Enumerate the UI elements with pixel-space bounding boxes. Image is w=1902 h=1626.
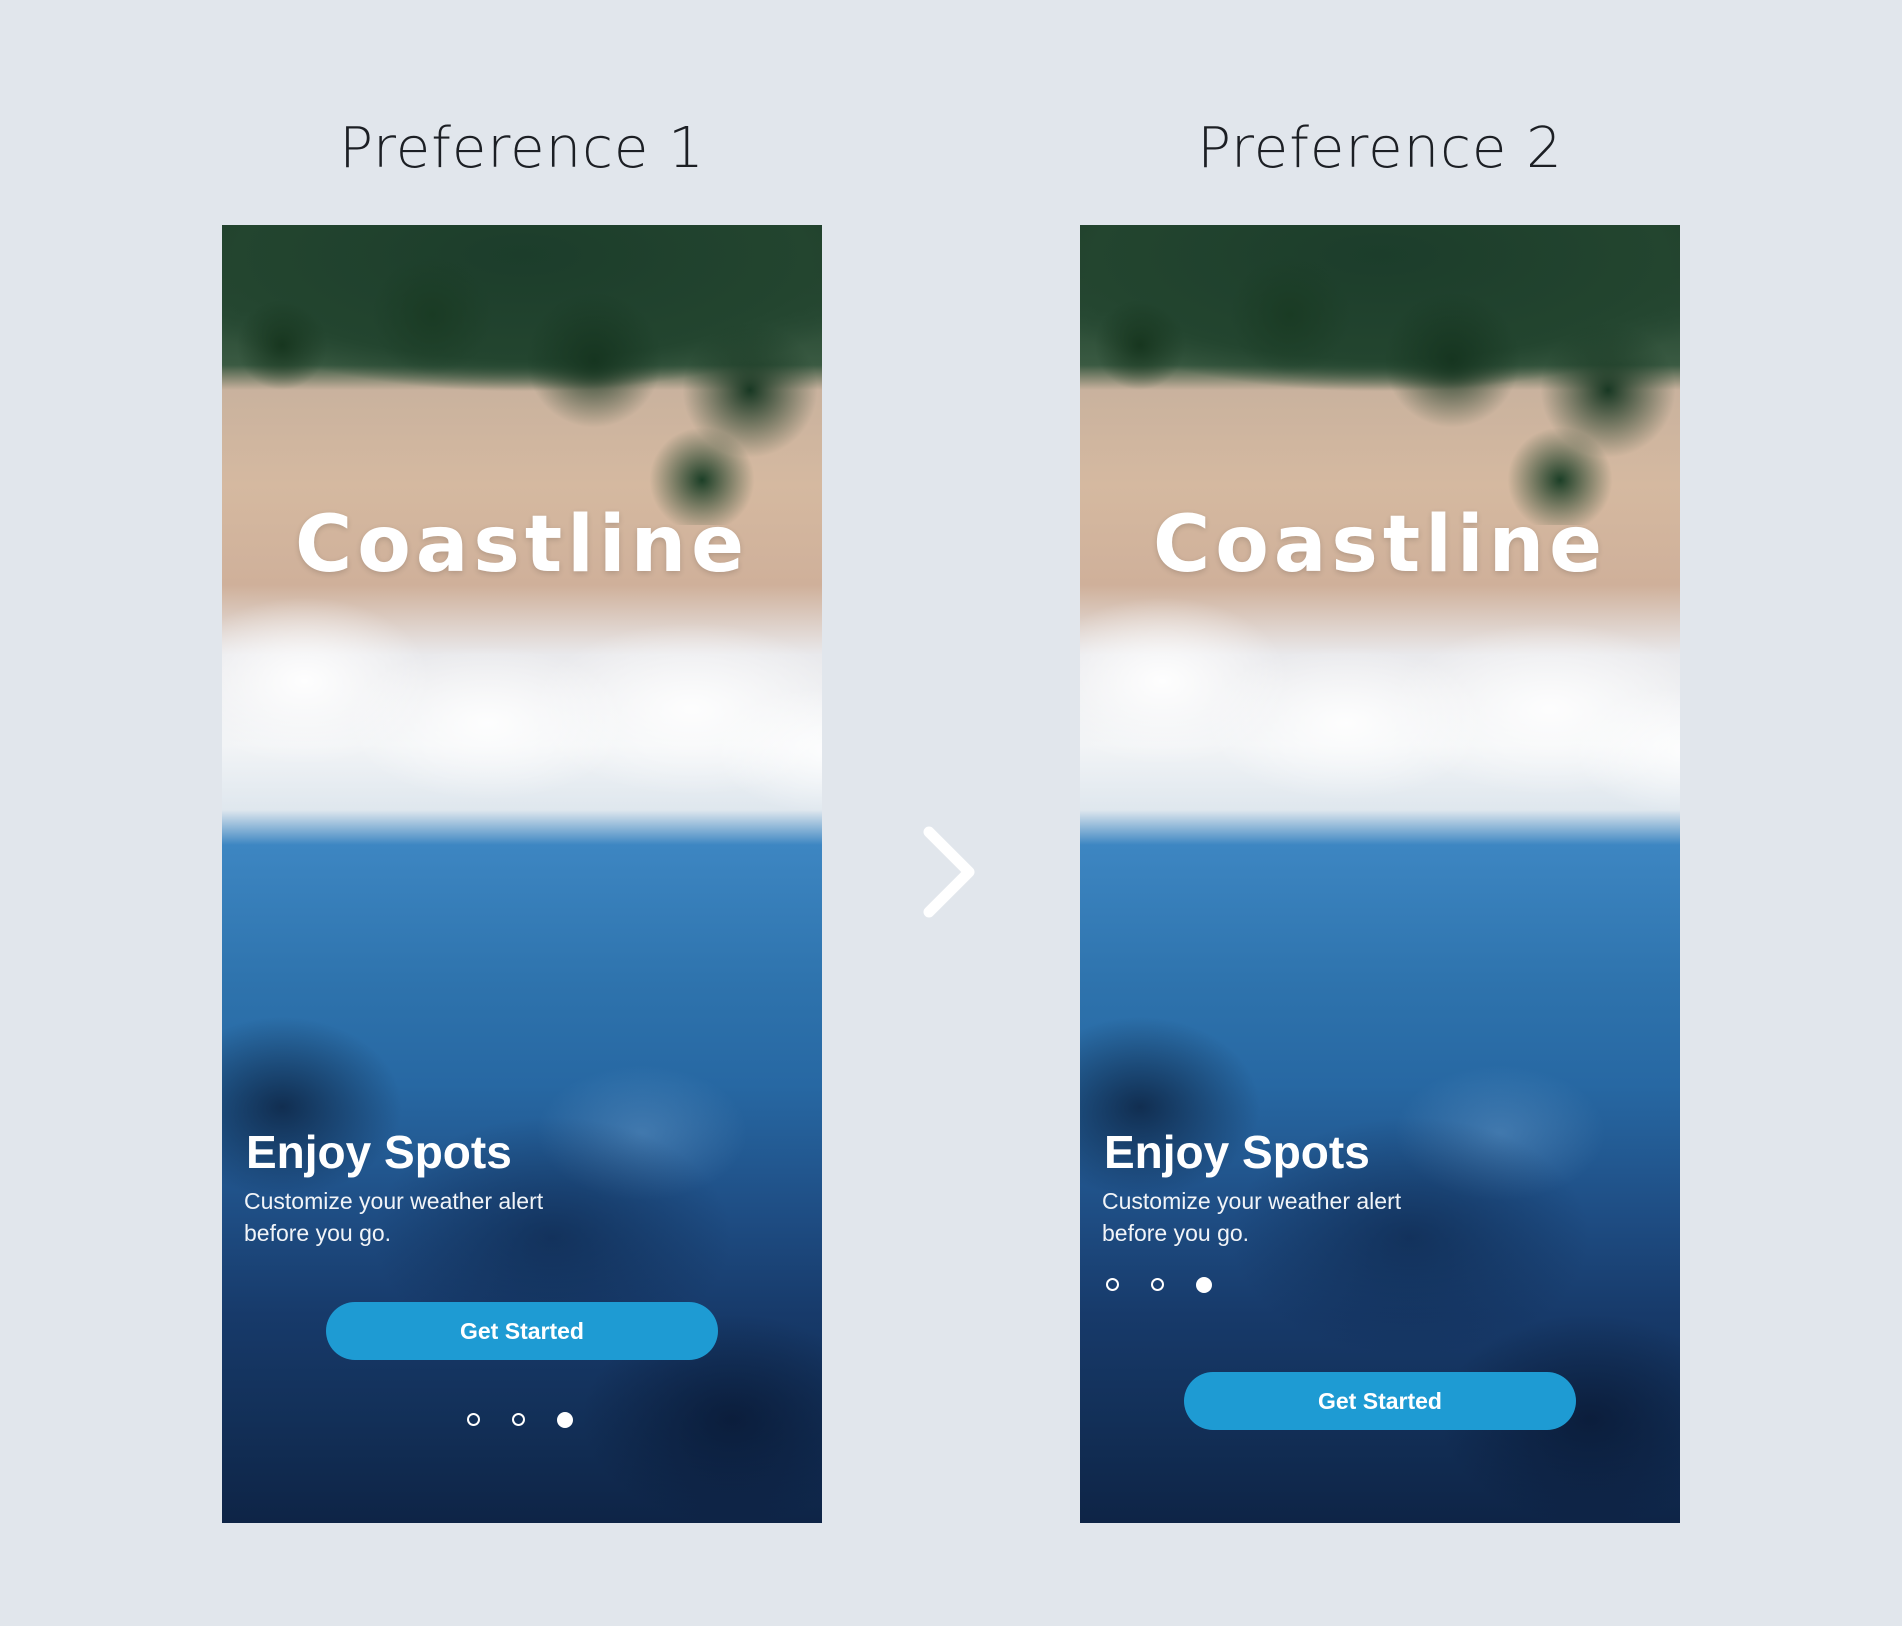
deep-water-texture bbox=[222, 1003, 822, 1523]
phone-mockup-preference-2: Coastline Enjoy Spots Customize your wea… bbox=[1080, 225, 1680, 1523]
onboarding-description: Customize your weather alert before you … bbox=[244, 1185, 584, 1249]
app-logo-text: Coastline bbox=[294, 500, 750, 590]
page-dot-3-active[interactable] bbox=[1196, 1277, 1212, 1293]
comparison-canvas: Preference 1 Preference 2 Coastline Enjo… bbox=[0, 0, 1902, 1626]
forest-texture bbox=[222, 225, 822, 525]
phone-mockup-preference-1: Coastline Enjoy Spots Customize your wea… bbox=[222, 225, 822, 1523]
page-dot-1[interactable] bbox=[467, 1413, 480, 1426]
description-line-1: Customize your weather alert bbox=[244, 1188, 544, 1214]
pagination-dots bbox=[1106, 1277, 1212, 1293]
pagination-dots bbox=[467, 1412, 573, 1428]
page-dot-2[interactable] bbox=[512, 1413, 525, 1426]
description-line-2: before you go. bbox=[244, 1220, 392, 1246]
onboarding-headline: Enjoy Spots bbox=[1104, 1126, 1370, 1178]
preference-1-title: Preference 1 bbox=[339, 116, 705, 181]
chevron-right-icon[interactable] bbox=[915, 822, 985, 922]
description-line-1: Customize your weather alert bbox=[1102, 1188, 1402, 1214]
page-dot-2[interactable] bbox=[1151, 1278, 1164, 1291]
forest-texture bbox=[1080, 225, 1680, 525]
get-started-button[interactable]: Get Started bbox=[326, 1302, 718, 1360]
deep-water-texture bbox=[1080, 1003, 1680, 1523]
preference-2-title: Preference 2 bbox=[1197, 116, 1563, 181]
get-started-button[interactable]: Get Started bbox=[1184, 1372, 1576, 1430]
page-dot-1[interactable] bbox=[1106, 1278, 1119, 1291]
wave-foam-texture bbox=[222, 555, 822, 835]
onboarding-description: Customize your weather alert before you … bbox=[1102, 1185, 1442, 1249]
app-logo-text: Coastline bbox=[1152, 500, 1608, 590]
description-line-2: before you go. bbox=[1102, 1220, 1250, 1246]
wave-foam-texture bbox=[1080, 555, 1680, 835]
page-dot-3-active[interactable] bbox=[557, 1412, 573, 1428]
onboarding-headline: Enjoy Spots bbox=[246, 1126, 512, 1178]
